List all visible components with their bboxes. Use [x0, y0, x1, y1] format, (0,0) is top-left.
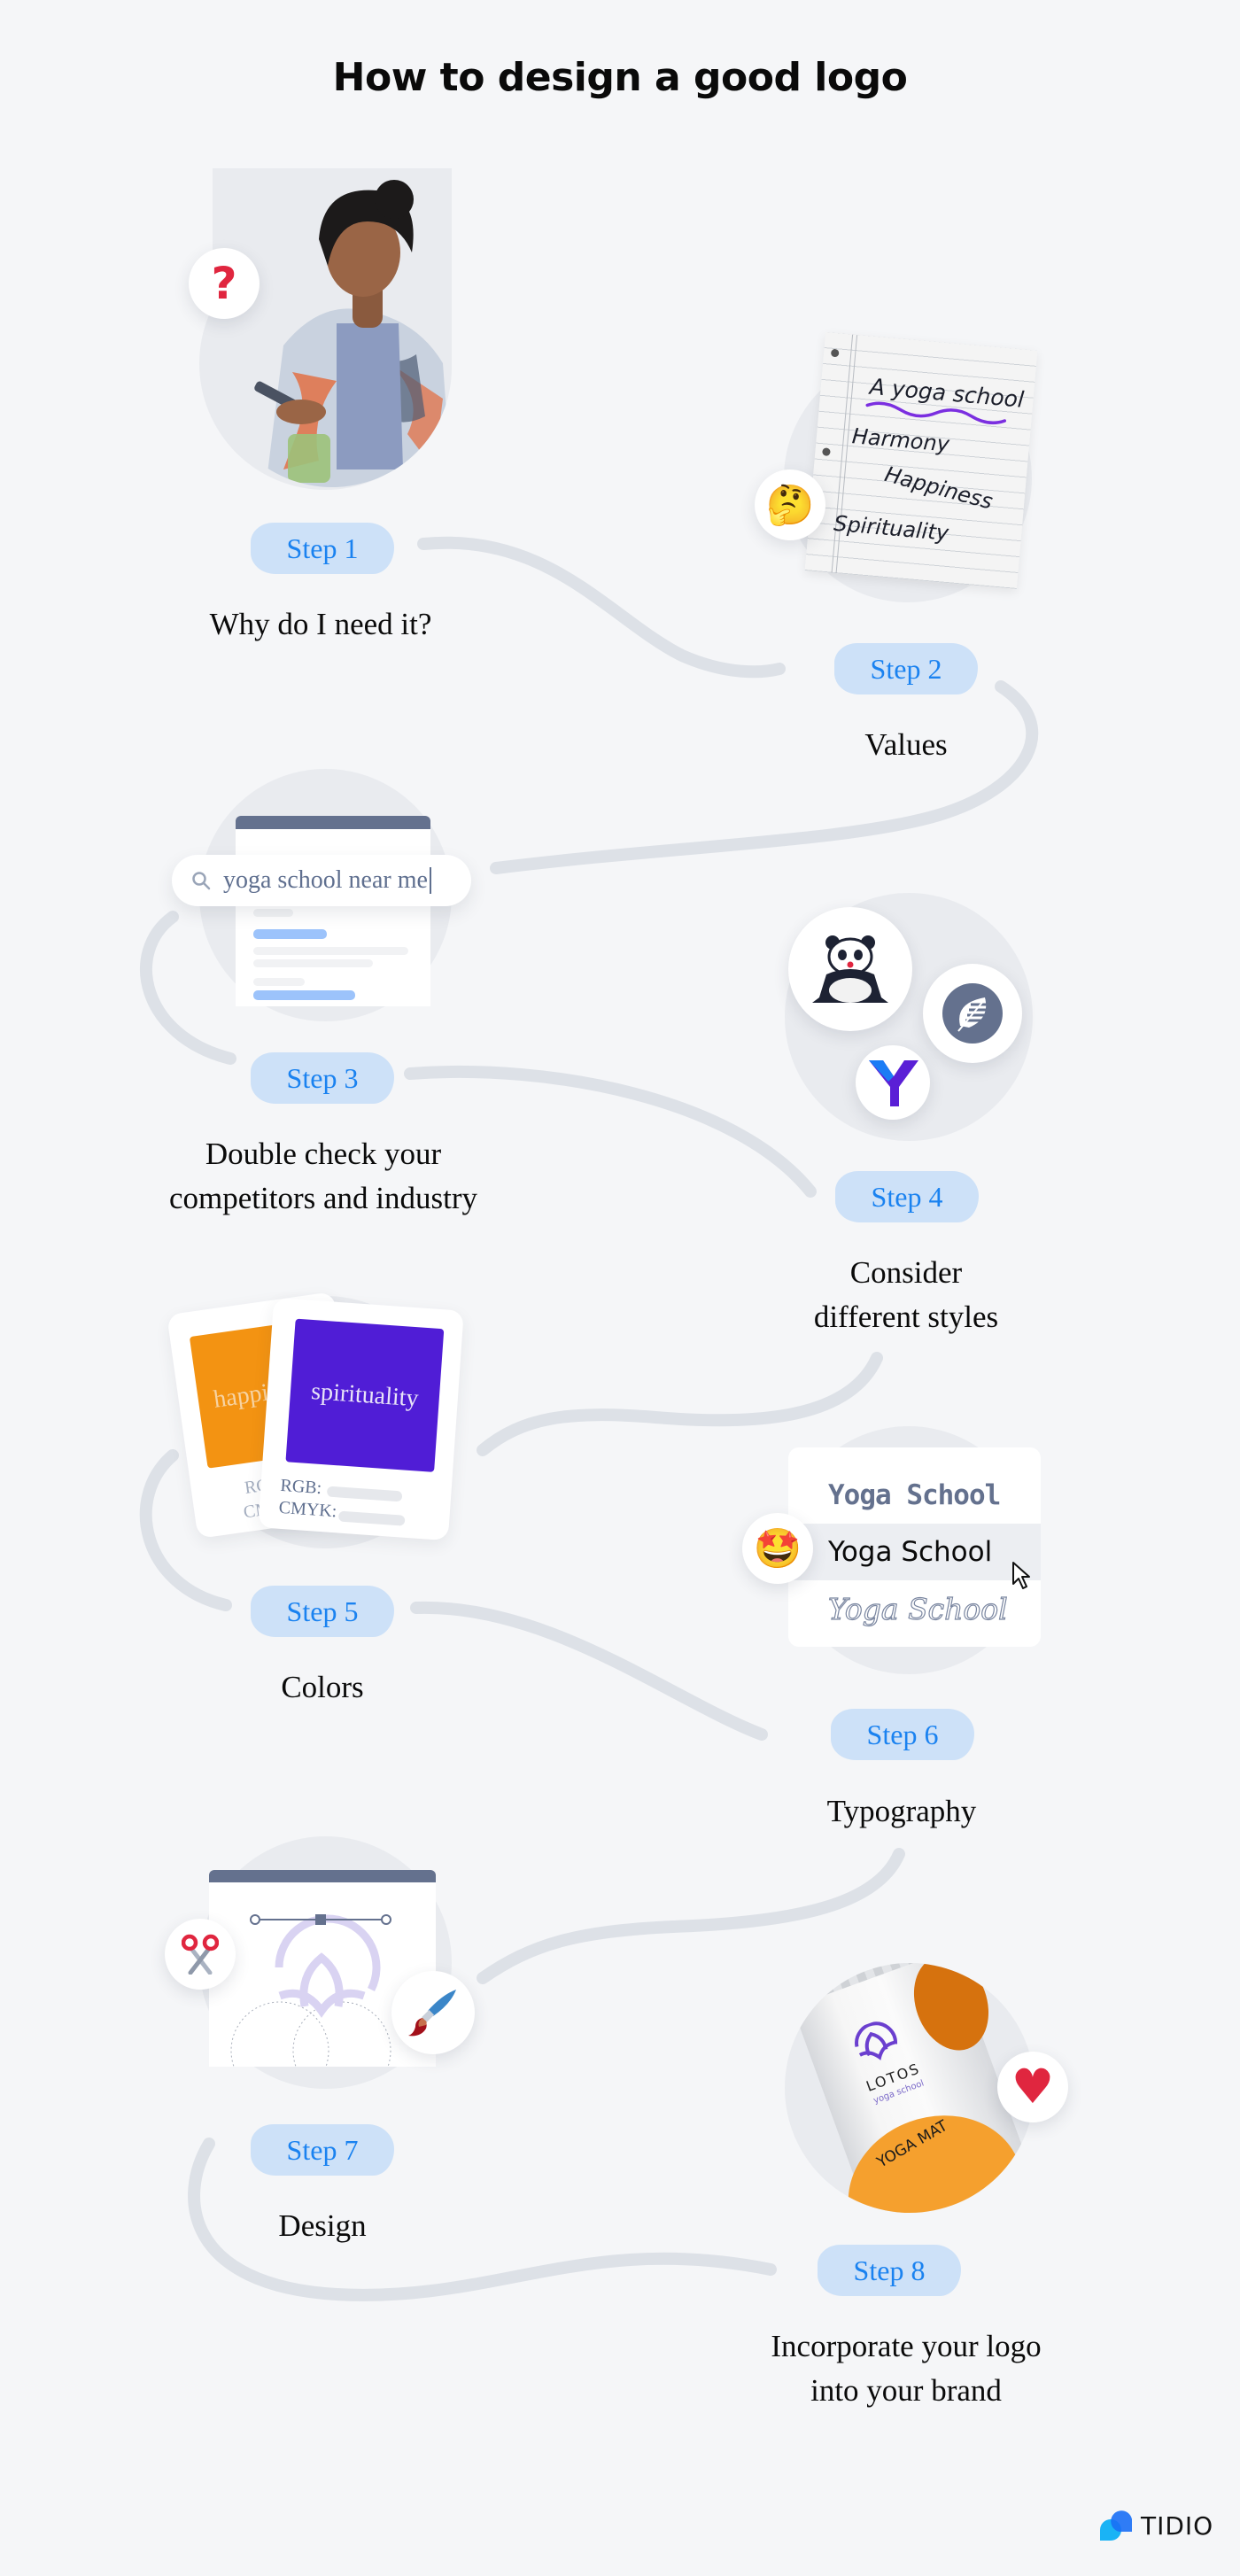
font-option[interactable]: Yoga School [788, 1580, 1041, 1637]
step-4-text: Consider different styles [702, 1251, 1110, 1339]
step-6-badge: Step 6 [831, 1709, 974, 1760]
card-meta-label: RGB: [279, 1475, 322, 1499]
mouse-pointer-icon [1012, 1562, 1030, 1589]
font-sample-geometric: Yoga School [828, 1536, 993, 1568]
step-8-text-line: into your brand [810, 2373, 1002, 2408]
heart-badge: ♥ [997, 2052, 1068, 2122]
note-item: Spirituality [833, 510, 950, 546]
browser-title-bar [236, 816, 430, 829]
question-mark-icon: ? [211, 258, 237, 309]
leaf-logo-badge [923, 964, 1022, 1063]
step-3-browser-window [236, 816, 430, 1006]
step-6-label: Step 6 [866, 1718, 939, 1750]
purple-swatch: spirituality [285, 1318, 445, 1472]
font-sample-decorative: Yoga School [827, 1591, 1008, 1626]
y-logo-badge [856, 1045, 930, 1120]
step-5-label: Step 5 [286, 1594, 359, 1627]
step-4-text-line: Consider [849, 1255, 963, 1290]
result-line [253, 959, 373, 967]
mat-orange-band [826, 2091, 1035, 2213]
step-3-text-line: competitors and industry [168, 1181, 477, 1215]
star-struck-badge: 🤩 [742, 1513, 813, 1584]
result-line [253, 947, 408, 955]
step-2-notebook-paper: A yoga school Harmony Happiness Spiritua… [804, 332, 1038, 589]
step-4-badge: Step 4 [835, 1171, 979, 1222]
result-line [253, 909, 293, 917]
star-struck-face-icon: 🤩 [753, 1526, 802, 1571]
scissors-icon [182, 1934, 219, 1975]
panda-logo-icon [812, 935, 888, 1003]
panda-logo-badge [788, 907, 912, 1031]
step-5-badge: Step 5 [251, 1586, 394, 1637]
step-3-label: Step 3 [286, 1061, 359, 1094]
result-line [253, 978, 305, 986]
connector-6-7 [477, 1848, 905, 1984]
step-3-text-line: Double check your [205, 1137, 442, 1171]
step-2-label: Step 2 [870, 652, 942, 685]
result-link-line [253, 990, 355, 1000]
font-option[interactable]: Yoga School [788, 1467, 1041, 1524]
note-item: Happiness [881, 462, 996, 515]
note-item: Harmony [850, 423, 951, 457]
step-1-photo [213, 168, 452, 487]
tidio-logo[interactable]: TIDIO [1098, 2509, 1213, 2542]
step-2-badge: Step 2 [834, 643, 978, 694]
step-4-text-line: different styles [813, 1300, 999, 1334]
thinking-face-badge: 🤔 [755, 469, 825, 540]
search-input[interactable]: yoga school near me [172, 855, 471, 906]
step-6-text: Typography [826, 1794, 977, 1828]
paper-hole [822, 447, 831, 457]
step-8-label: Step 8 [853, 2254, 926, 2286]
step-1-text: Why do I need it? [209, 607, 432, 641]
step-8-text: Incorporate your logo into your brand [702, 2324, 1110, 2413]
paintbrush-icon [408, 1990, 456, 2037]
connector-2-3 [490, 680, 1039, 874]
color-card-spirituality: spirituality RGB: CMYK: [258, 1297, 464, 1541]
search-query: yoga school near me [223, 866, 428, 894]
paintbrush-badge [391, 1971, 475, 2054]
swatch-word: spirituality [310, 1377, 420, 1413]
connector-4-5 [477, 1352, 883, 1456]
card-meta-label: CMYK: [278, 1497, 337, 1522]
card-meta-value-placeholder [326, 1486, 403, 1502]
tidio-wordmark: TIDIO [1141, 2510, 1214, 2541]
thinking-face-icon: 🤔 [765, 483, 815, 528]
step-7-label: Step 7 [286, 2133, 359, 2166]
step-7-text: Design [278, 2208, 367, 2243]
search-icon [192, 872, 211, 890]
step-5-text: Colors [281, 1670, 364, 1704]
font-sample-stencil: Yoga School [828, 1479, 1001, 1511]
step-3-text: Double check your competitors and indust… [120, 1132, 527, 1221]
step-3-badge: Step 3 [251, 1052, 394, 1104]
y-logo-icon [869, 1060, 918, 1106]
step-1-badge: Step 1 [251, 523, 394, 574]
card-meta-value-placeholder [337, 1510, 406, 1526]
step-1-label: Step 1 [286, 531, 359, 564]
scissors-badge [165, 1919, 236, 1990]
board-title-bar [209, 1870, 436, 1882]
result-link-line [253, 929, 327, 939]
font-option-selected[interactable]: Yoga School [788, 1524, 1041, 1580]
step-8-text-line: Incorporate your logo [771, 2329, 1042, 2363]
question-mark-badge: ? [189, 248, 260, 319]
heart-icon: ♥ [1011, 2059, 1055, 2114]
step-4-label: Step 4 [871, 1180, 943, 1213]
paper-hole [830, 348, 840, 358]
step-2-text: Values [864, 727, 948, 762]
tidio-logo-icon [1100, 2510, 1132, 2541]
leaf-logo-icon [942, 983, 1003, 1044]
step-7-badge: Step 7 [251, 2124, 394, 2176]
step-8-badge: Step 8 [818, 2245, 961, 2296]
font-picker: Yoga School Yoga School Yoga School [788, 1447, 1041, 1647]
text-cursor [429, 867, 431, 894]
